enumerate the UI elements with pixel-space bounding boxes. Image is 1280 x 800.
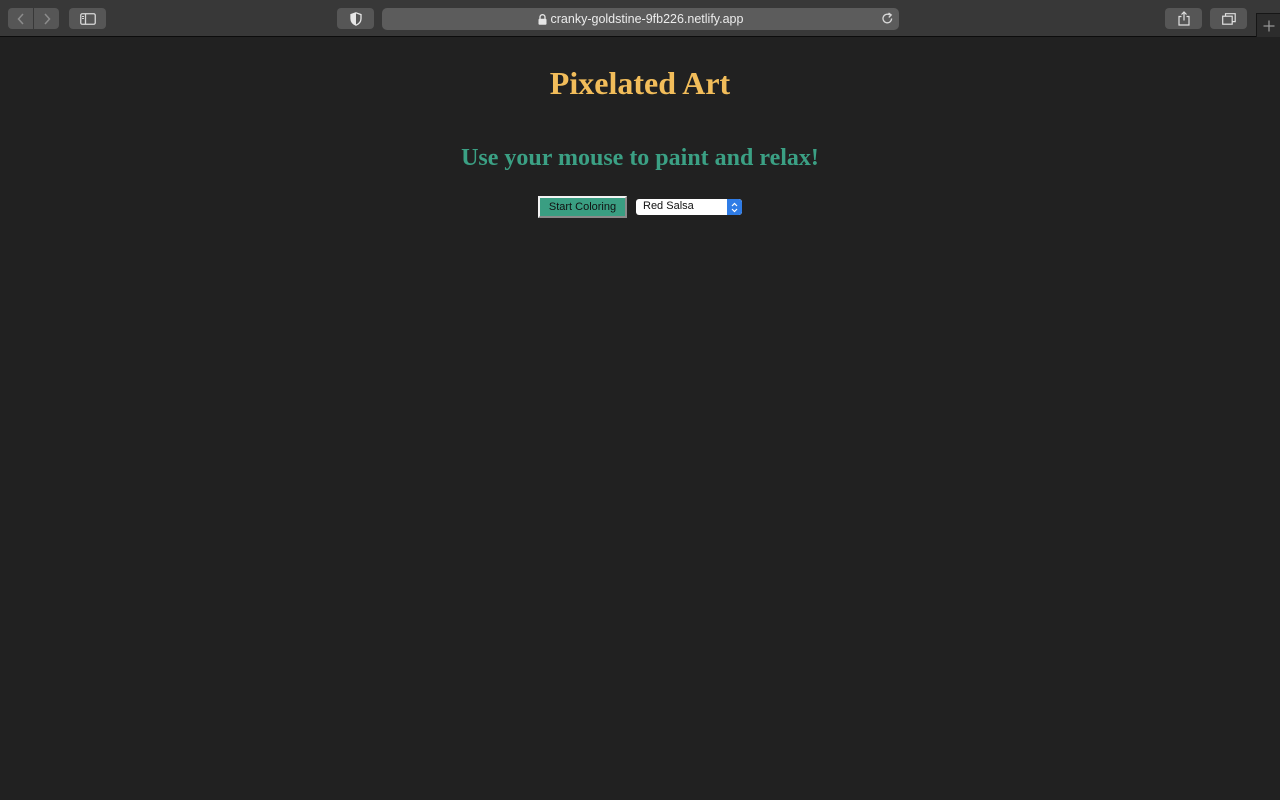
back-button[interactable] [8, 8, 33, 29]
url-text: cranky-goldstine-9fb226.netlify.app [550, 12, 744, 26]
sidebar-icon [79, 12, 96, 25]
share-button[interactable] [1165, 8, 1202, 29]
page-title: Pixelated Art [549, 65, 731, 101]
forward-button[interactable] [34, 8, 59, 29]
page-subtitle: Use your mouse to paint and relax! [461, 145, 819, 171]
reload-icon[interactable] [881, 12, 894, 25]
sidebar-button[interactable] [69, 8, 106, 29]
page-content: Pixelated Art Use your mouse to paint an… [0, 38, 1280, 800]
share-icon [1177, 11, 1190, 26]
select-arrows-icon [727, 199, 742, 215]
tab-overview-button[interactable] [1210, 8, 1247, 29]
start-coloring-button[interactable]: Start Coloring [538, 196, 627, 218]
lock-icon [538, 13, 547, 25]
chevron-left-icon [16, 12, 24, 25]
new-tab-button[interactable] [1256, 13, 1280, 37]
color-select-value: Red Salsa [643, 200, 694, 212]
browser-toolbar: cranky-goldstine-9fb226.netlify.app [0, 0, 1280, 37]
address-bar[interactable]: cranky-goldstine-9fb226.netlify.app [382, 8, 899, 30]
tabs-overview-icon [1221, 12, 1236, 25]
shield-icon [349, 11, 362, 26]
privacy-report-button[interactable] [337, 8, 374, 29]
chevron-right-icon [43, 12, 51, 25]
color-select[interactable]: Red Salsa [636, 199, 742, 215]
plus-icon [1263, 20, 1274, 31]
